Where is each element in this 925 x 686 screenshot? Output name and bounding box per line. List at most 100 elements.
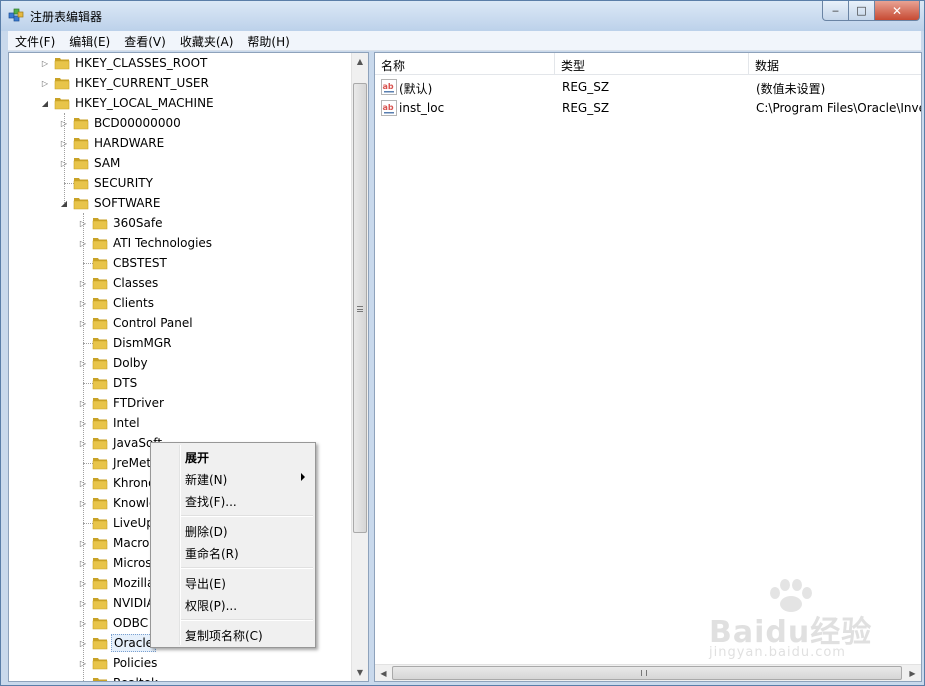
scroll-down-icon[interactable]: ▼: [352, 664, 368, 681]
folder-icon: [92, 578, 108, 590]
collapse-arrow-icon[interactable]: ◢: [40, 99, 50, 108]
folder-icon: [73, 158, 89, 170]
context-menu-delete[interactable]: 删除(D): [153, 519, 313, 541]
expand-arrow-icon[interactable]: ▷: [78, 439, 88, 448]
tree-item[interactable]: ▷ Intel: [78, 413, 142, 433]
tree-scroll-thumb[interactable]: [353, 83, 367, 533]
expand-arrow-icon[interactable]: ▷: [78, 539, 88, 548]
menu-view[interactable]: 查看(V): [117, 31, 173, 50]
tree-item-label: Realtek: [111, 675, 160, 681]
folder-icon: [73, 138, 89, 150]
tree-item-label: ODBC: [113, 616, 149, 630]
folder-icon: [92, 218, 108, 230]
expand-arrow-icon[interactable]: ▷: [78, 219, 88, 228]
tree-item[interactable]: ◢ HKEY_LOCAL_MACHINE: [40, 93, 216, 113]
expand-arrow-icon[interactable]: ▷: [59, 159, 69, 168]
context-menu-find[interactable]: 查找(F)...: [153, 489, 313, 511]
tree-item[interactable]: ▷ FTDriver: [78, 393, 166, 413]
context-menu-new[interactable]: 新建(N): [153, 467, 313, 489]
menu-favorites[interactable]: 收藏夹(A): [173, 31, 241, 50]
tree-item[interactable]: ▷ BCD00000000: [59, 113, 183, 133]
expand-arrow-icon[interactable]: ▷: [78, 399, 88, 408]
expand-arrow-icon[interactable]: ▷: [78, 419, 88, 428]
tree-item[interactable]: ▷ HKEY_CLASSES_ROOT: [40, 53, 209, 73]
expand-arrow-icon[interactable]: ▷: [40, 59, 50, 68]
expand-arrow-icon[interactable]: ▷: [59, 119, 69, 128]
expand-arrow-icon[interactable]: ▷: [78, 559, 88, 568]
window-title: 注册表编辑器: [30, 10, 103, 24]
tree-item-label: HKEY_CLASSES_ROOT: [75, 56, 208, 70]
expand-arrow-icon[interactable]: ▷: [78, 319, 88, 328]
tree-item[interactable]: ▷ Dolby: [78, 353, 150, 373]
column-header-type[interactable]: 类型: [555, 53, 749, 75]
tree-item[interactable]: CBSTEST: [78, 253, 169, 273]
expand-arrow-icon[interactable]: ▷: [78, 579, 88, 588]
expand-arrow-icon[interactable]: ▷: [40, 79, 50, 88]
tree-item[interactable]: ▷ Clients: [78, 293, 156, 313]
maximize-button[interactable]: □: [849, 1, 875, 21]
context-menu-export[interactable]: 导出(E): [153, 571, 313, 593]
expand-arrow-icon[interactable]: ▷: [78, 599, 88, 608]
menu-help[interactable]: 帮助(H): [240, 31, 296, 50]
context-menu-expand[interactable]: 展开: [153, 445, 313, 467]
column-header-name[interactable]: 名称: [375, 53, 555, 75]
expand-arrow-icon[interactable]: ▷: [78, 499, 88, 508]
tree-item[interactable]: ▷ SAM: [59, 153, 122, 173]
folder-icon: [92, 658, 108, 670]
expand-arrow-icon[interactable]: ▷: [78, 659, 88, 668]
folder-icon: [92, 358, 108, 370]
close-button[interactable]: ✕: [875, 1, 920, 21]
folder-icon: [92, 558, 108, 570]
menu-edit[interactable]: 编辑(E): [62, 31, 117, 50]
list-header: 名称 类型 数据: [375, 53, 921, 75]
list-item[interactable]: ab (默认) REG_SZ (数值未设置): [375, 77, 921, 98]
tree-item-label: Intel: [113, 416, 140, 430]
submenu-arrow-icon: [301, 473, 305, 481]
expand-arrow-icon[interactable]: ▷: [59, 139, 69, 148]
tree-item[interactable]: ▷ ODBC: [78, 613, 150, 633]
expand-arrow-icon[interactable]: ▷: [78, 359, 88, 368]
folder-icon: [73, 178, 89, 190]
tree-item[interactable]: ▷ Classes: [78, 273, 160, 293]
scroll-left-icon[interactable]: ◀: [375, 665, 392, 681]
menu-file[interactable]: 文件(F): [8, 31, 62, 50]
tree-item-label: 360Safe: [113, 216, 163, 230]
tree-item[interactable]: ▷ Mozilla: [78, 573, 156, 593]
context-menu-permissions[interactable]: 权限(P)...: [153, 593, 313, 615]
tree-item[interactable]: ◢ SOFTWARE: [59, 193, 162, 213]
tree-item[interactable]: ▷ Control Panel: [78, 313, 195, 333]
folder-icon: [92, 378, 108, 390]
minimize-button[interactable]: ‒: [822, 1, 849, 21]
tree-item[interactable]: ▷ Realtek: [78, 673, 160, 682]
tree-item[interactable]: DTS: [78, 373, 139, 393]
tree-item[interactable]: SECURITY: [59, 173, 155, 193]
expand-arrow-icon[interactable]: ▷: [78, 619, 88, 628]
tree-item[interactable]: ▷ NVIDIA: [78, 593, 157, 613]
expand-arrow-icon[interactable]: ▷: [78, 679, 88, 682]
context-menu-copy-key-name[interactable]: 复制项名称(C): [153, 623, 313, 645]
menu-bar: 文件(F) 编辑(E) 查看(V) 收藏夹(A) 帮助(H): [8, 31, 921, 51]
expand-arrow-icon[interactable]: ▷: [78, 479, 88, 488]
expand-arrow-icon[interactable]: ▷: [78, 279, 88, 288]
tree-item[interactable]: ▷ Oracle: [78, 633, 157, 653]
expand-arrow-icon[interactable]: ▷: [78, 239, 88, 248]
title-bar[interactable]: 注册表编辑器 ‒ □ ✕: [1, 1, 924, 31]
tree-item[interactable]: DismMGR: [78, 333, 174, 353]
tree-vertical-scrollbar[interactable]: ▲ ▼: [351, 53, 368, 681]
expand-arrow-icon[interactable]: ▷: [78, 639, 88, 648]
tree-item[interactable]: ▷ ATI Technologies: [78, 233, 214, 253]
column-header-data[interactable]: 数据: [749, 53, 921, 75]
value-data: C:\Program Files\Oracle\Inventory: [756, 101, 921, 115]
context-menu-rename[interactable]: 重命名(R): [153, 541, 313, 563]
value-name: (默认): [399, 82, 433, 96]
tree-item[interactable]: ▷ Policies: [78, 653, 159, 673]
context-menu: 展开 新建(N) 查找(F)... 删除(D) 重命名(R) 导出(E) 权限(…: [150, 442, 316, 648]
tree-item-label: Control Panel: [113, 316, 193, 330]
tree-item[interactable]: ▷ HARDWARE: [59, 133, 166, 153]
tree-item[interactable]: ▷ HKEY_CURRENT_USER: [40, 73, 211, 93]
expand-arrow-icon[interactable]: ▷: [78, 299, 88, 308]
list-item[interactable]: ab inst_loc REG_SZ C:\Program Files\Orac…: [375, 98, 921, 119]
collapse-arrow-icon[interactable]: ◢: [59, 199, 69, 208]
scroll-up-icon[interactable]: ▲: [352, 53, 368, 70]
tree-item[interactable]: ▷ 360Safe: [78, 213, 164, 233]
